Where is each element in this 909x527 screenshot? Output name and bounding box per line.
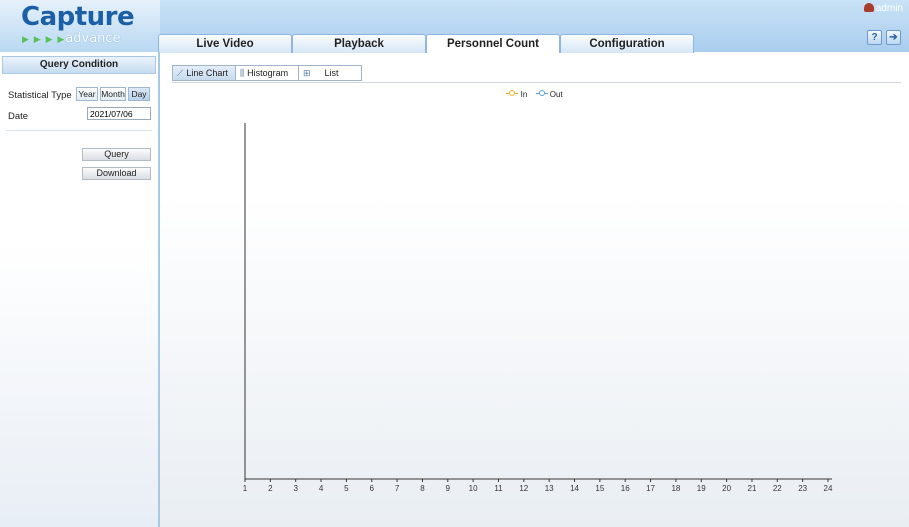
x-tick-label: 18 [671, 484, 680, 493]
logout-icon[interactable]: ➔ [886, 30, 901, 45]
help-icon[interactable]: ? [867, 30, 882, 45]
brand-logo: Capture ▶ ▶ ▶ ▶advance [0, 0, 160, 52]
x-tick-label: 7 [395, 484, 400, 493]
x-tick-label: 8 [420, 484, 425, 493]
tab-configuration[interactable]: Configuration [560, 34, 694, 53]
x-tick-label: 1 [243, 484, 248, 493]
x-tick-label: 24 [824, 484, 833, 493]
x-tick-label: 3 [293, 484, 298, 493]
logo-subtext: ▶ ▶ ▶ ▶advance [22, 31, 121, 46]
logo-text: Capture [21, 2, 135, 32]
x-tick-label: 16 [621, 484, 630, 493]
stat-type-day[interactable]: Day [128, 87, 150, 101]
x-tick-label: 5 [344, 484, 349, 493]
x-tick-label: 15 [595, 484, 604, 493]
download-button[interactable]: Download [82, 167, 151, 180]
statistical-type-label: Statistical Type [8, 90, 72, 101]
tab-playback[interactable]: Playback [292, 34, 426, 53]
stat-type-year[interactable]: Year [76, 87, 98, 101]
date-field[interactable] [87, 107, 151, 120]
x-tick-label: 11 [494, 484, 503, 493]
tab-personnel-count[interactable]: Personnel Count [426, 34, 560, 54]
x-tick-label: 9 [446, 484, 451, 493]
query-panel-title: Query Condition [2, 56, 156, 74]
x-tick-label: 14 [570, 484, 579, 493]
tab-live-video[interactable]: Live Video [158, 34, 292, 53]
user-icon [863, 3, 874, 12]
x-tick-label: 4 [319, 484, 324, 493]
username: admin [875, 3, 903, 14]
query-button[interactable]: Query [82, 148, 151, 161]
x-tick-label: 23 [798, 484, 807, 493]
x-tick-label: 17 [646, 484, 655, 493]
date-label: Date [8, 111, 29, 122]
x-tick-label: 13 [545, 484, 554, 493]
stat-type-month[interactable]: Month [100, 87, 126, 101]
x-tick-label: 22 [773, 484, 782, 493]
user-menu[interactable]: admin [863, 3, 903, 14]
header-bar: Capture ▶ ▶ ▶ ▶advance Live Video Playba… [0, 0, 909, 54]
x-tick-label: 2 [268, 484, 273, 493]
x-tick-label: 21 [748, 484, 757, 493]
x-tick-label: 6 [370, 484, 375, 493]
x-tick-label: 10 [469, 484, 478, 493]
x-tick-label: 12 [519, 484, 528, 493]
line-chart: 1 2 3 4 5 6 7 8 9 10 11 12 13 14 15 16 17 18 19 20 21 22 23 24 [243, 123, 833, 493]
x-tick-label: 20 [722, 484, 731, 493]
x-tick-label: 19 [697, 484, 706, 493]
panel-divider [6, 130, 152, 131]
chart-area: ⟋ Line Chart ⫼ Histogram ⊞ List In Out 1234… [160, 53, 909, 527]
query-panel: Query Condition Statistical Type Year Mo… [0, 52, 160, 527]
